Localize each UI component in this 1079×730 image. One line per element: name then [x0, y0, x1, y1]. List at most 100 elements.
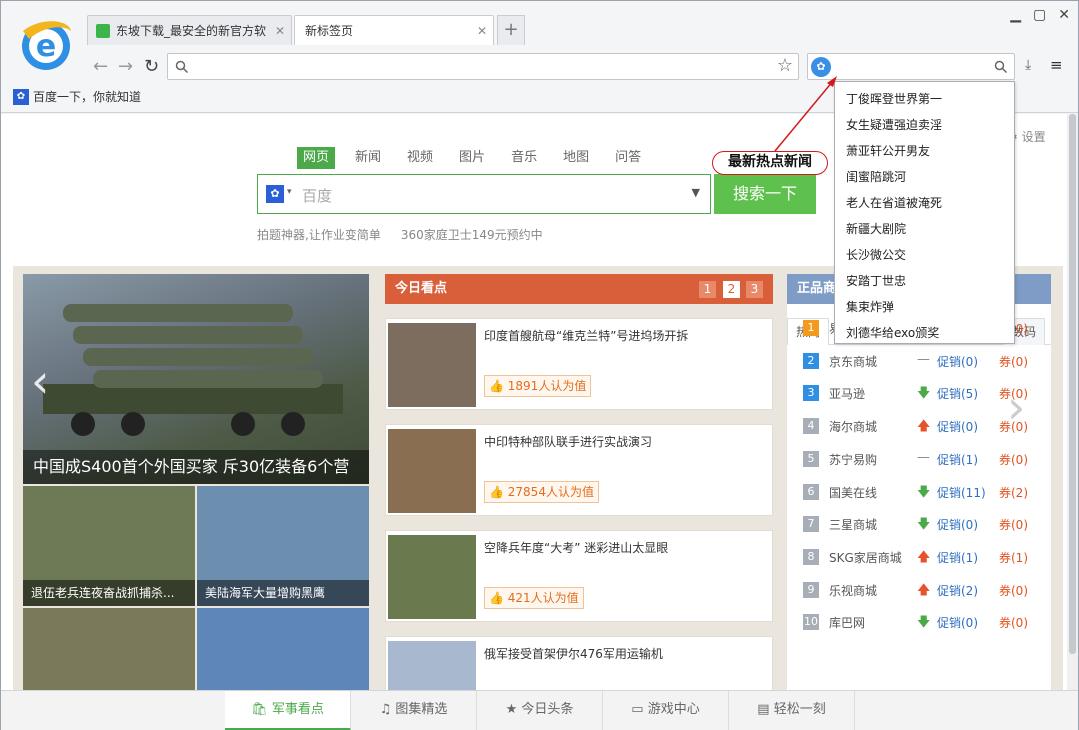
shop-name[interactable]: 亚马逊: [829, 385, 865, 402]
close-window-icon[interactable]: ✕: [1058, 7, 1070, 23]
shop-name[interactable]: 库巴网: [829, 614, 865, 631]
thumb-image-1[interactable]: 退伍老兵连夜奋战抓捕杀...: [23, 486, 195, 606]
tab-maps[interactable]: 地图: [557, 147, 595, 169]
news-title[interactable]: 空降兵年度“大考” 迷彩进山太显眼: [484, 539, 668, 556]
tab-military[interactable]: 🛍 军事看点: [225, 691, 351, 730]
next-arrow-icon[interactable]: ›: [1007, 380, 1025, 434]
thumb-image-3[interactable]: [23, 608, 195, 690]
promo-link[interactable]: 促销(11): [937, 484, 986, 501]
news-title[interactable]: 印度首艘航母“维克兰特”号进坞场开拆: [484, 327, 688, 344]
coupon-link[interactable]: 券(0): [999, 582, 1028, 599]
download-icon[interactable]: ⤓: [1025, 57, 1031, 73]
hot-news-item[interactable]: 闺蜜陪跳河: [846, 168, 906, 185]
close-icon[interactable]: ✕: [477, 24, 487, 38]
thumb-image-2[interactable]: 美陆海军大量增购黑鹰: [197, 486, 369, 606]
news-item[interactable]: 印度首艘航母“维克兰特”号进坞场开拆 👍 1891人认为值: [385, 318, 773, 410]
shop-row[interactable]: 9 乐视商城 🡅 促销(2) 券(0): [803, 580, 1043, 600]
featured-image[interactable]: ‹ 中国成S400首个外国买家 斥30亿装备6个营: [23, 274, 369, 484]
coupon-link[interactable]: 券(2): [999, 484, 1028, 501]
tab-new[interactable]: 新标签页 ✕: [294, 15, 494, 45]
close-icon[interactable]: ✕: [275, 24, 285, 38]
promo-link[interactable]: 促销(0): [937, 516, 978, 533]
tab-dongpo[interactable]: 东坡下载_最安全的新官方软 ✕: [87, 15, 292, 45]
tab-headlines[interactable]: ★ 今日头条: [477, 691, 603, 730]
hot-news-item[interactable]: 安踏丁世忠: [846, 272, 906, 289]
hot-news-item[interactable]: 新疆大剧院: [846, 220, 906, 237]
tab-web[interactable]: 网页: [297, 147, 336, 169]
vote-button[interactable]: 👍 421人认为值: [484, 587, 584, 609]
menu-icon[interactable]: ≡: [1050, 56, 1063, 74]
coupon-link[interactable]: 券(0): [999, 516, 1028, 533]
shop-row[interactable]: 5 苏宁易购 — 促销(1) 券(0): [803, 449, 1043, 469]
coupon-link[interactable]: 券(0): [999, 353, 1028, 370]
new-tab-button[interactable]: +: [497, 15, 525, 45]
search-input[interactable]: ✿ ▾ 百度 ▼: [257, 174, 711, 214]
tab-music[interactable]: 音乐: [505, 147, 543, 169]
shop-name[interactable]: 国美在线: [829, 484, 877, 501]
promo-link[interactable]: 促销(2): [937, 582, 978, 599]
back-icon[interactable]: ←: [93, 56, 108, 77]
news-title[interactable]: 俄军接受首架伊尔476军用运输机: [484, 645, 663, 662]
promo-link[interactable]: 促销(1): [937, 549, 978, 566]
coupon-link[interactable]: 券(0): [999, 451, 1028, 468]
tab-qa[interactable]: 问答: [609, 147, 647, 169]
tab-gallery[interactable]: ♫ 图集精选: [351, 691, 477, 730]
thumb-image-4[interactable]: [197, 608, 369, 690]
hint-link[interactable]: 拍题神器,让作业变简单: [257, 226, 381, 243]
hot-news-item[interactable]: 萧亚轩公开男友: [846, 142, 930, 159]
scrollbar[interactable]: [1067, 114, 1078, 690]
news-title[interactable]: 中印特种部队联手进行实战演习: [484, 433, 652, 450]
coupon-link[interactable]: 券(1): [999, 549, 1028, 566]
shop-name[interactable]: SKG家居商城: [829, 549, 902, 566]
tab-games[interactable]: ▭ 游戏中心: [603, 691, 729, 730]
page-button[interactable]: 2: [723, 281, 740, 298]
search-icon[interactable]: [994, 60, 1008, 74]
minimize-icon[interactable]: ▁: [1010, 7, 1021, 23]
shop-name[interactable]: 海尔商城: [829, 418, 877, 435]
baidu-paw-icon[interactable]: ✿: [266, 185, 284, 203]
hot-news-item[interactable]: 女生疑遭强迫卖淫: [846, 116, 942, 133]
shop-row[interactable]: 8 SKG家居商城 🡅 促销(1) 券(1): [803, 547, 1043, 567]
page-button[interactable]: 3: [746, 281, 763, 298]
hint-link[interactable]: 360家庭卫士149元预约中: [401, 226, 543, 243]
hot-news-item[interactable]: 刘德华给exo颁奖: [846, 324, 939, 341]
vote-button[interactable]: 👍 27854人认为值: [484, 481, 599, 503]
vote-button[interactable]: 👍 1891人认为值: [484, 375, 592, 397]
shop-name[interactable]: 苏宁易购: [829, 451, 877, 468]
prev-arrow-icon[interactable]: ‹: [31, 354, 49, 408]
shop-name[interactable]: 京东商城: [829, 353, 877, 370]
refresh-icon[interactable]: ↻: [144, 56, 159, 77]
tab-video[interactable]: 视频: [401, 147, 439, 169]
forward-icon[interactable]: →: [118, 56, 133, 77]
chevron-down-icon[interactable]: ▾: [287, 187, 292, 197]
hot-news-item[interactable]: 老人在省道被淹死: [846, 194, 942, 211]
promo-link[interactable]: 促销(1): [937, 451, 978, 468]
hot-news-item[interactable]: 丁俊晖登世界第一: [846, 90, 942, 107]
news-item[interactable]: 中印特种部队联手进行实战演习 👍 27854人认为值: [385, 424, 773, 516]
tab-news[interactable]: 新闻: [349, 147, 387, 169]
shop-row[interactable]: 2 京东商城 — 促销(0) 券(0): [803, 351, 1043, 371]
tab-relax[interactable]: ▤ 轻松一刻: [729, 691, 855, 730]
address-bar[interactable]: ☆: [167, 53, 799, 80]
promo-link[interactable]: 促销(0): [937, 614, 978, 631]
shop-name[interactable]: 三星商城: [829, 516, 877, 533]
news-item[interactable]: 俄军接受首架伊尔476军用运输机: [385, 636, 773, 690]
shop-name[interactable]: 乐视商城: [829, 582, 877, 599]
chevron-down-icon[interactable]: ▼: [692, 186, 700, 199]
hot-news-item[interactable]: 长沙微公交: [846, 246, 906, 263]
scrollbar-thumb[interactable]: [1069, 114, 1076, 654]
promo-link[interactable]: 促销(0): [937, 353, 978, 370]
tab-images[interactable]: 图片: [453, 147, 491, 169]
promo-link[interactable]: 促销(5): [937, 385, 978, 402]
shop-row[interactable]: 7 三星商城 🡇 促销(0) 券(0): [803, 514, 1043, 534]
maximize-icon[interactable]: ▢: [1033, 7, 1046, 23]
page-button[interactable]: 1: [699, 281, 716, 298]
news-item[interactable]: 空降兵年度“大考” 迷彩进山太显眼 👍 421人认为值: [385, 530, 773, 622]
coupon-link[interactable]: 券(0): [999, 614, 1028, 631]
search-button[interactable]: 搜索一下: [714, 174, 816, 214]
promo-link[interactable]: 促销(0): [937, 418, 978, 435]
hot-news-item[interactable]: 集束炸弹: [846, 298, 894, 315]
bookmark-item[interactable]: ✿ 百度一下，你就知道: [13, 88, 141, 105]
shop-row[interactable]: 6 国美在线 🡇 促销(11) 券(2): [803, 482, 1043, 502]
shop-row[interactable]: 10 库巴网 🡇 促销(0) 券(0): [803, 612, 1043, 632]
